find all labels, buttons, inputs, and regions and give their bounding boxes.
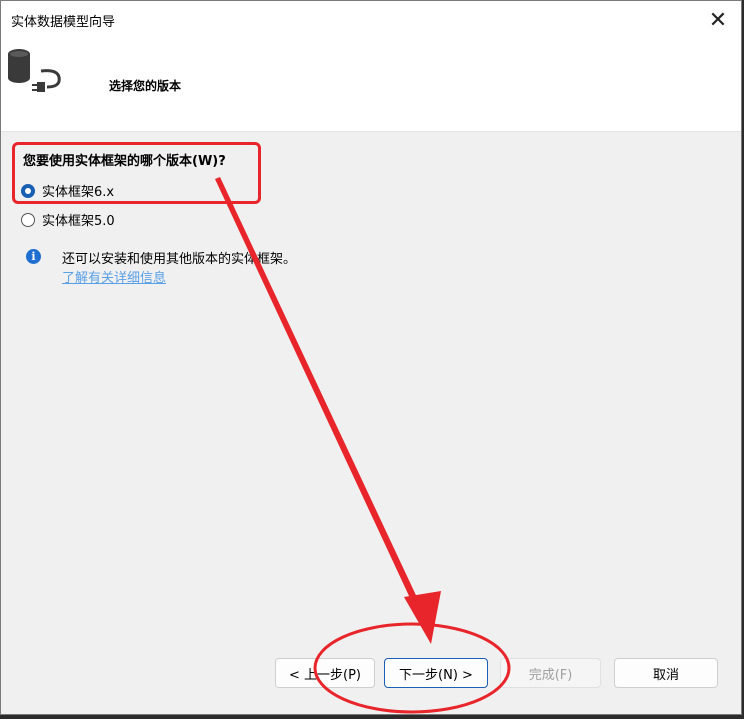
learn-more-link[interactable]: 了解有关详细信息 — [62, 267, 166, 286]
wizard-content: 您要使用实体框架的哪个版本(W)? 实体框架6.x 实体框架5.0 i 还可以安… — [1, 132, 741, 644]
back-button[interactable]: < 上一步(P) — [275, 658, 375, 688]
finish-button: 完成(F) — [500, 658, 601, 688]
radio-option-label: 实体框架6.x — [42, 185, 115, 200]
title-bar: 实体数据模型向导 ✕ — [1, 1, 741, 39]
close-icon: ✕ — [708, 7, 728, 33]
info-message: 还可以安装和使用其他版本的实体框架。 — [62, 252, 297, 267]
radio-button-checked[interactable] — [21, 183, 35, 198]
radio-option-ef5[interactable]: 实体框架5.0 — [21, 210, 115, 229]
wizard-footer: < 上一步(P) 下一步(N) > 完成(F) 取消 — [1, 644, 741, 714]
info-icon: i — [26, 249, 41, 264]
database-connection-icon — [8, 49, 61, 92]
radio-button-unchecked[interactable] — [21, 212, 35, 227]
cancel-button[interactable]: 取消 — [614, 658, 718, 688]
close-button[interactable]: ✕ — [701, 5, 735, 35]
radio-option-ef6[interactable]: 实体框架6.x — [21, 181, 114, 200]
entity-data-model-wizard-dialog: 实体数据模型向导 ✕ 选择您的版本 您要使用实体框架的哪个版本(W)? 实体框架… — [0, 0, 742, 715]
window-title: 实体数据模型向导 — [11, 15, 116, 30]
wizard-header: 选择您的版本 — [1, 39, 741, 132]
page-title: 选择您的版本 — [109, 79, 182, 93]
radio-option-label: 实体框架5.0 — [42, 214, 115, 229]
next-button[interactable]: 下一步(N) > — [384, 658, 488, 688]
version-question-label: 您要使用实体框架的哪个版本(W)? — [23, 154, 226, 169]
